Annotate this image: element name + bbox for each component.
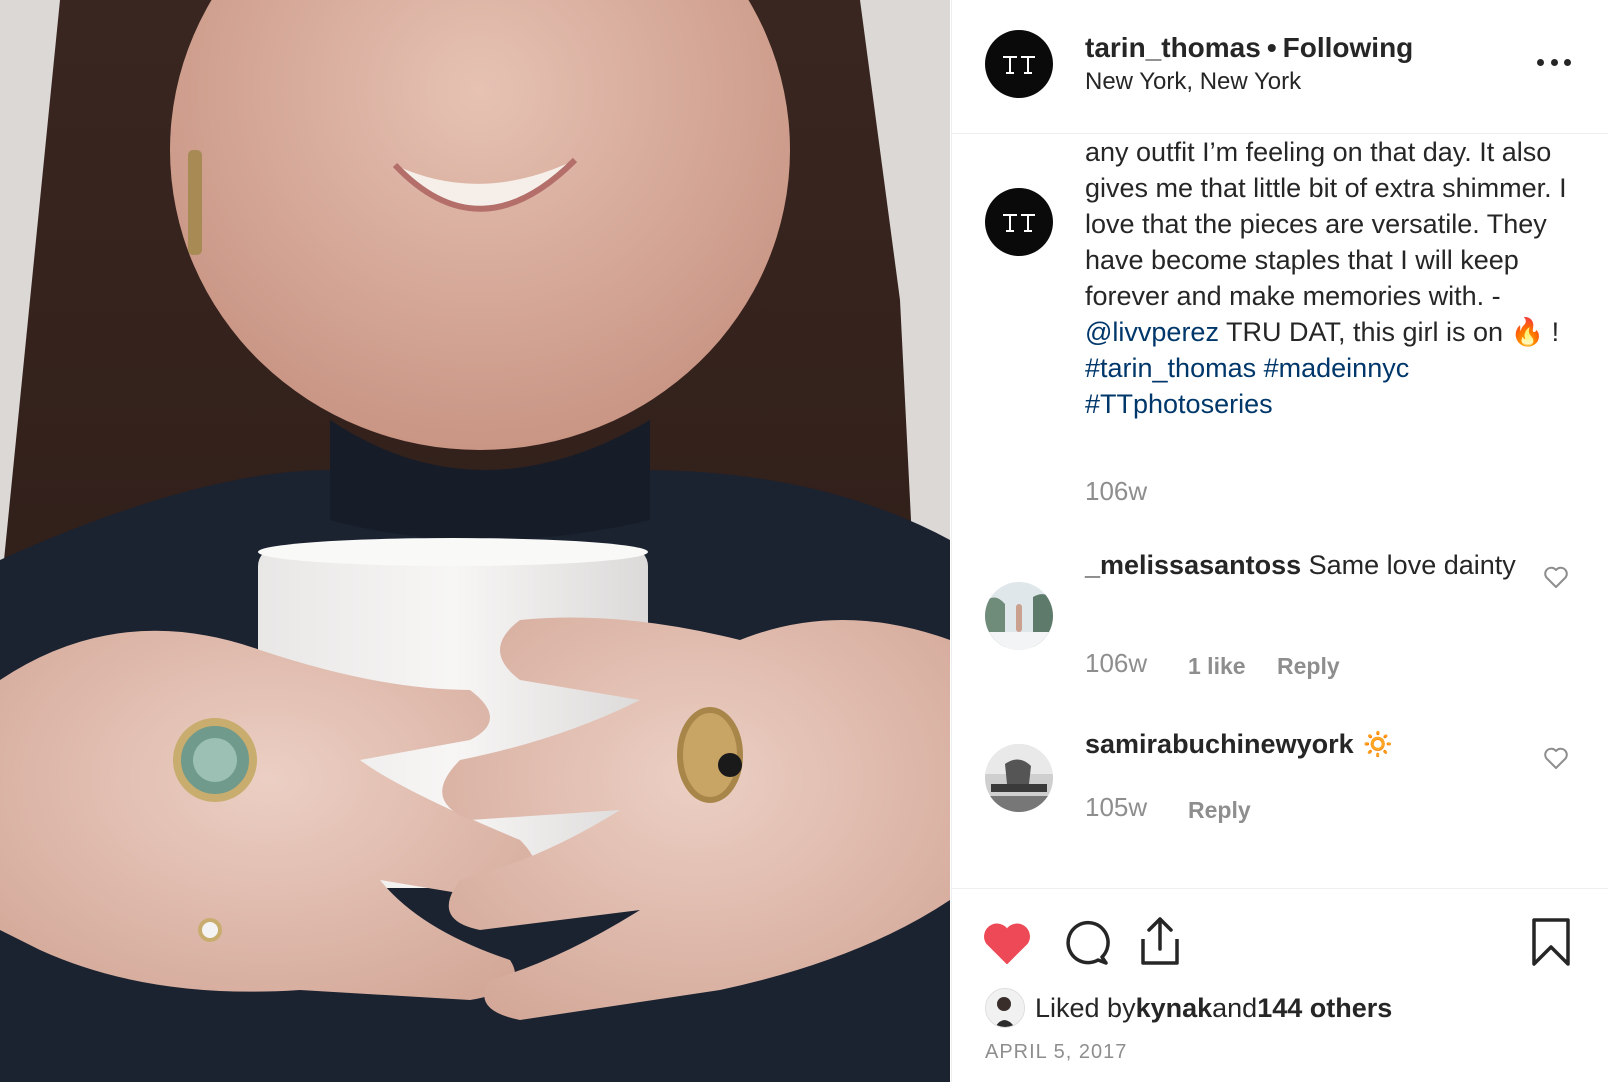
author-username[interactable]: tarin_thomas xyxy=(1085,32,1261,63)
share-icon[interactable] xyxy=(1137,915,1183,967)
liked-by-middle: and xyxy=(1212,992,1258,1023)
comment-icon[interactable] xyxy=(1062,919,1110,967)
commenter-username[interactable]: _melissasantoss xyxy=(1085,550,1301,580)
hashtag-link[interactable]: #madeinnyc xyxy=(1264,353,1410,383)
comment-body: Same love dainty xyxy=(1301,550,1516,580)
more-options-icon[interactable] xyxy=(1537,52,1571,72)
caption-timestamp[interactable]: 106w xyxy=(1085,476,1147,507)
comment-timestamp[interactable]: 106w xyxy=(1085,648,1147,679)
header-user-line: tarin_thomas • Following xyxy=(1085,32,1413,64)
bookmark-icon[interactable] xyxy=(1530,917,1572,967)
liker-avatar[interactable] xyxy=(985,988,1025,1028)
comment-text: samirabuchinewyork 🔅 xyxy=(1085,726,1525,762)
heart-outline-icon[interactable] xyxy=(1543,565,1569,589)
comment-likes[interactable]: 1 like xyxy=(1188,653,1246,680)
mention-link[interactable]: @livvperez xyxy=(1085,317,1219,347)
caption-body: any outfit I’m feeling on that day. It a… xyxy=(1085,137,1567,311)
commenter-avatar[interactable] xyxy=(985,582,1053,650)
avatar-image xyxy=(985,582,1053,650)
fire-emoji: 🔥 xyxy=(1510,317,1545,347)
author-avatar[interactable] xyxy=(985,30,1053,98)
liked-by-prefix: Liked by xyxy=(1035,992,1136,1023)
avatar-image xyxy=(985,744,1053,812)
post-actions: Liked by kynak and 144 others APRIL 5, 2… xyxy=(952,888,1608,1082)
photo-woman-holding-mug xyxy=(0,0,950,1082)
more-dot xyxy=(1550,58,1558,66)
likes-others-link[interactable]: 144 others xyxy=(1257,993,1392,1024)
post-location[interactable]: New York, New York xyxy=(1085,68,1301,96)
post-side-panel: tarin_thomas • Following New York, New Yor… xyxy=(951,0,1608,1082)
heart-outline-icon[interactable] xyxy=(1543,746,1569,770)
more-dot xyxy=(1537,58,1544,66)
comments-list[interactable]: any outfit I’m feeling on that day. It a… xyxy=(952,134,1608,888)
comment-timestamp[interactable]: 105w xyxy=(1085,792,1147,823)
post-header: tarin_thomas • Following New York, New Yor… xyxy=(952,0,1608,134)
reply-button[interactable]: Reply xyxy=(1277,653,1340,680)
tt-logo-icon xyxy=(1003,214,1035,232)
caption-author-avatar[interactable] xyxy=(985,188,1053,256)
comment-text: _melissasantoss Same love dainty xyxy=(1085,547,1525,583)
avatar-image xyxy=(986,989,1024,1027)
liked-by-line: Liked by kynak and 144 others xyxy=(985,988,1392,1028)
more-dot xyxy=(1564,58,1571,66)
post-date[interactable]: APRIL 5, 2017 xyxy=(985,1041,1127,1064)
reply-button[interactable]: Reply xyxy=(1188,797,1251,824)
commenter-avatar[interactable] xyxy=(985,744,1053,812)
liker-username[interactable]: kynak xyxy=(1136,993,1213,1024)
hashtag-link[interactable]: #TTphotoseries xyxy=(1085,389,1273,419)
heart-filled-icon[interactable] xyxy=(982,921,1032,965)
hashtag-link[interactable]: #tarin_thomas xyxy=(1085,353,1256,383)
post-photo[interactable] xyxy=(0,0,950,1082)
commenter-username[interactable]: samirabuchinewyork xyxy=(1085,729,1354,759)
following-button[interactable]: Following xyxy=(1283,32,1414,63)
caption-text: any outfit I’m feeling on that day. It a… xyxy=(1085,134,1575,422)
caption-body-2: TRU DAT, this girl is on xyxy=(1218,317,1511,347)
tt-logo-icon xyxy=(1003,56,1035,74)
separator-dot: • xyxy=(1266,32,1277,63)
sun-emoji: 🔅 xyxy=(1361,729,1395,759)
caption-end: ! xyxy=(1544,317,1560,347)
